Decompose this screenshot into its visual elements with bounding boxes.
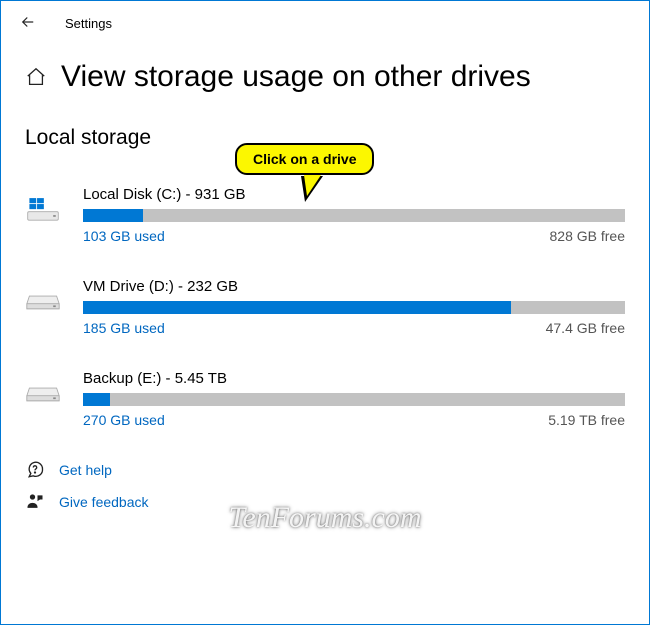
drive-used: 270 GB used — [83, 412, 165, 428]
drive-free: 5.19 TB free — [548, 412, 625, 428]
usage-bar — [83, 209, 625, 222]
drive-used: 103 GB used — [83, 228, 165, 244]
drive-label: Backup (E:) - 5.45 TB — [83, 370, 625, 387]
give-feedback-link[interactable]: Give feedback — [25, 486, 625, 518]
app-title: Settings — [65, 16, 112, 31]
get-help-label: Get help — [59, 462, 112, 478]
drive-label: Local Disk (C:) - 931 GB — [83, 186, 625, 203]
drive-list: Local Disk (C:) - 931 GB 103 GB used 828 G… — [1, 160, 649, 448]
drive-row[interactable]: Backup (E:) - 5.45 TB 270 GB used 5.19 TB … — [25, 356, 625, 448]
drive-row[interactable]: Local Disk (C:) - 931 GB 103 GB used 828 G… — [25, 172, 625, 264]
drive-icon — [25, 192, 61, 228]
drive-icon — [25, 284, 61, 320]
feedback-icon — [25, 492, 45, 512]
drive-free: 828 GB free — [550, 228, 626, 244]
callout-tail — [301, 176, 323, 202]
back-button[interactable] — [19, 13, 37, 34]
get-help-link[interactable]: Get help — [25, 454, 625, 486]
drive-icon — [25, 376, 61, 412]
give-feedback-label: Give feedback — [59, 494, 149, 510]
help-icon — [25, 460, 45, 480]
drive-label: VM Drive (D:) - 232 GB — [83, 278, 625, 295]
usage-bar — [83, 393, 625, 406]
callout-annotation: Click on a drive — [235, 143, 374, 175]
home-icon — [25, 66, 47, 88]
drive-used: 185 GB used — [83, 320, 165, 336]
page-title: View storage usage on other drives — [61, 60, 531, 94]
drive-free: 47.4 GB free — [546, 320, 625, 336]
drive-row[interactable]: VM Drive (D:) - 232 GB 185 GB used 47.4 GB… — [25, 264, 625, 356]
usage-bar — [83, 301, 625, 314]
